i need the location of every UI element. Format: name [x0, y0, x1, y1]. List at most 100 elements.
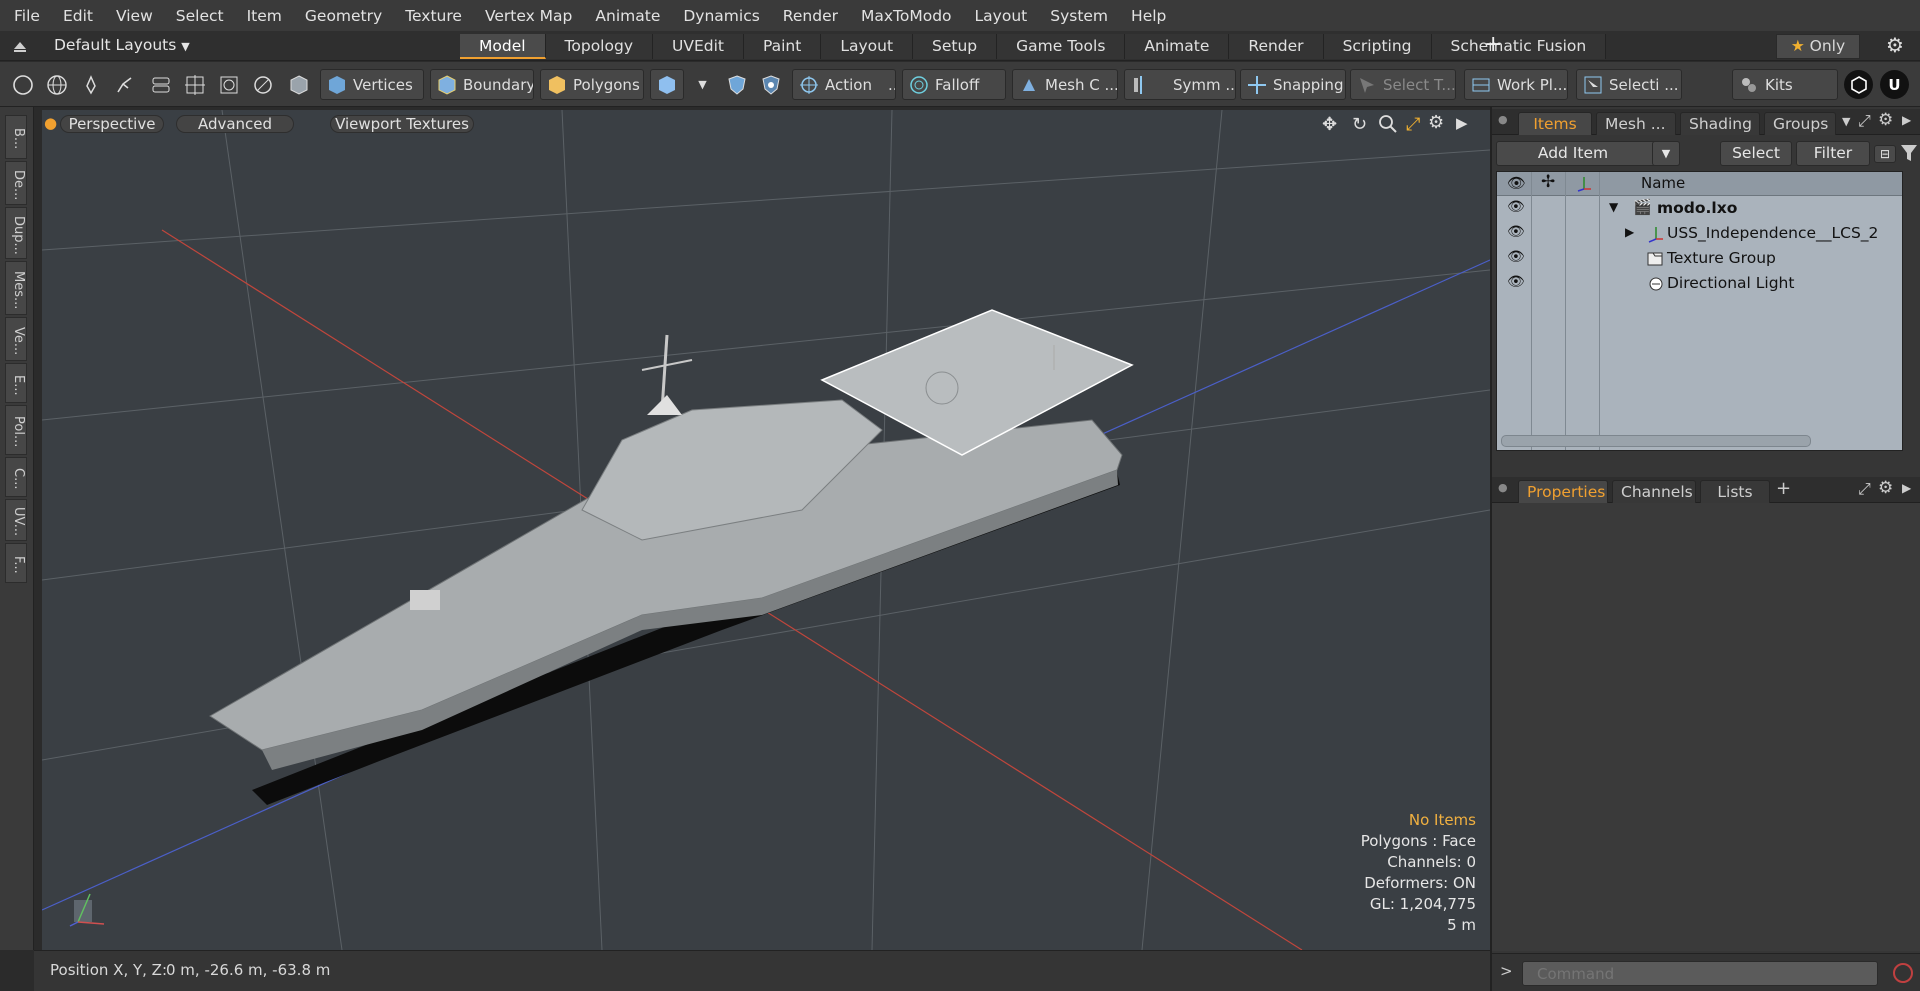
tab-vertex[interactable]: Ve... — [5, 317, 27, 361]
tab-render[interactable]: Render — [1229, 34, 1324, 59]
layout-menu[interactable]: Default Layouts ▼ — [54, 36, 190, 54]
tab-channels[interactable]: Channels — [1612, 480, 1696, 503]
kits-button[interactable]: Kits — [1732, 69, 1838, 100]
pan-icon[interactable]: ✥ — [1322, 114, 1337, 135]
menu-vertex-map[interactable]: Vertex Map — [485, 7, 572, 25]
select-through-button[interactable]: Select T... — [1350, 69, 1456, 100]
globe-icon[interactable] — [42, 70, 71, 99]
maximize-icon[interactable]: ⤢ — [1858, 479, 1871, 499]
list-item[interactable]: 👁 ▶ USS_Independence__LCS_2 — [1497, 222, 1902, 247]
menu-texture[interactable]: Texture — [405, 7, 462, 25]
zoom-icon[interactable] — [1378, 114, 1398, 134]
mesh-constraint-button[interactable]: Mesh C ... — [1012, 69, 1118, 100]
tab-mesh[interactable]: Mesh ... — [1596, 112, 1676, 135]
eye-icon[interactable]: 👁 — [1507, 274, 1525, 290]
tab-model[interactable]: Model — [460, 34, 546, 59]
lasso-icon[interactable] — [110, 70, 139, 99]
mesh-cube-icon[interactable] — [284, 70, 313, 99]
tab-edge[interactable]: E... — [5, 363, 27, 403]
locator-column-icon[interactable] — [1575, 174, 1593, 192]
circle-select-icon[interactable] — [8, 70, 37, 99]
expand-arrow-icon[interactable]: ▼ — [1609, 200, 1618, 214]
symmetry-button[interactable]: Symm ... — [1124, 69, 1236, 100]
visibility-column-eye-icon[interactable]: 👁 — [1507, 174, 1526, 192]
panel-dot-icon[interactable]: ● — [1498, 113, 1508, 126]
menu-help[interactable]: Help — [1131, 7, 1166, 25]
menu-system[interactable]: System — [1050, 7, 1108, 25]
menu-select[interactable]: Select — [176, 7, 224, 25]
tab-curve[interactable]: C... — [5, 457, 27, 497]
eye-icon[interactable]: 👁 — [1507, 224, 1525, 240]
action-button[interactable]: Action ... — [792, 69, 896, 100]
chevron-down-icon[interactable]: ▼ — [1842, 115, 1850, 128]
menu-item[interactable]: Item — [247, 7, 282, 25]
menu-edit[interactable]: Edit — [63, 7, 93, 25]
plus-icon[interactable]: + — [1484, 32, 1502, 57]
menu-view[interactable]: View — [116, 7, 153, 25]
unreal-icon[interactable]: U — [1880, 70, 1909, 99]
collapse-up-icon[interactable] — [12, 37, 28, 53]
3d-viewport[interactable]: ● Perspective Advanced Viewport Textures… — [42, 110, 1490, 950]
falloff-button[interactable]: Falloff — [902, 69, 1006, 100]
menu-geometry[interactable]: Geometry — [305, 7, 382, 25]
eye-icon[interactable]: 👁 — [1507, 249, 1525, 265]
scene-render[interactable] — [42, 110, 1490, 950]
frame-icon[interactable] — [214, 70, 243, 99]
panel-gear-icon[interactable]: ⚙ — [1878, 478, 1893, 498]
list-item[interactable]: 👁 Directional Light — [1497, 272, 1902, 297]
list-item[interactable]: 👁 Texture Group — [1497, 247, 1902, 272]
tab-basic[interactable]: B... — [5, 115, 27, 159]
lock-column-icon[interactable]: ✢ — [1541, 172, 1555, 192]
panel-dot-icon[interactable]: ● — [1498, 481, 1508, 494]
boundary-button[interactable]: Boundary — [430, 69, 534, 100]
shield-select-icon[interactable] — [722, 70, 751, 99]
command-stop-icon[interactable] — [1890, 960, 1916, 986]
plus-icon[interactable]: + — [1776, 478, 1791, 499]
selection-sets-button[interactable]: Selecti ... — [1576, 69, 1682, 100]
shield-deselect-icon[interactable] — [756, 70, 785, 99]
tab-items[interactable]: Items — [1518, 112, 1592, 135]
tab-scripting[interactable]: Scripting — [1323, 34, 1432, 59]
command-input[interactable] — [1522, 961, 1878, 986]
menu-dynamics[interactable]: Dynamics — [683, 7, 759, 25]
viewport-gear-icon[interactable]: ⚙ — [1428, 112, 1444, 133]
menu-file[interactable]: File — [14, 7, 40, 25]
pen-tool-icon[interactable] — [76, 70, 105, 99]
tab-layout[interactable]: Layout — [821, 34, 914, 59]
menu-layout[interactable]: Layout — [975, 7, 1028, 25]
panel-gear-icon[interactable]: ⚙ — [1878, 110, 1893, 130]
collapse-icon[interactable]: ⊟ — [1874, 145, 1896, 163]
gear-icon[interactable]: ⚙ — [1886, 33, 1904, 57]
tab-paint[interactable]: Paint — [743, 34, 822, 59]
rotate-tool-icon[interactable] — [248, 70, 277, 99]
polygons-button[interactable]: Polygons — [540, 69, 644, 100]
item-mode-button[interactable] — [650, 69, 684, 100]
play-arrow-icon[interactable]: ▶ — [1902, 481, 1911, 495]
menu-maxtomodo[interactable]: MaxToModo — [861, 7, 952, 25]
list-scrollbar[interactable] — [1501, 435, 1811, 447]
element-move-icon[interactable] — [146, 70, 175, 99]
advanced-button[interactable]: Advanced — [176, 115, 294, 133]
rotate-icon[interactable]: ↻ — [1352, 114, 1367, 135]
name-column-header[interactable]: Name — [1641, 174, 1685, 192]
grid-transform-icon[interactable] — [180, 70, 209, 99]
tab-uvedit[interactable]: UVEdit — [653, 34, 744, 59]
viewport-menu-dot[interactable]: ● — [44, 115, 57, 133]
perspective-button[interactable]: Perspective — [60, 115, 164, 133]
tab-fusion[interactable]: F... — [5, 543, 27, 583]
select-button[interactable]: Select — [1720, 141, 1792, 166]
tab-setup[interactable]: Setup — [913, 34, 998, 59]
play-arrow-icon[interactable]: ▶ — [1902, 113, 1911, 127]
tab-properties[interactable]: Properties — [1518, 480, 1608, 503]
work-plane-button[interactable]: Work Pl... — [1464, 69, 1568, 100]
tab-schematic-fusion[interactable]: Schematic Fusion — [1431, 34, 1607, 59]
tab-topology[interactable]: Topology — [545, 34, 653, 59]
tab-animate[interactable]: Animate — [1125, 34, 1230, 59]
tab-game-tools[interactable]: Game Tools — [997, 34, 1126, 59]
tab-lists[interactable]: Lists — [1700, 480, 1770, 503]
unity-icon[interactable] — [1844, 70, 1873, 99]
maximize-icon[interactable]: ⤢ — [1406, 114, 1420, 135]
add-item-dropdown[interactable]: ▼ — [1652, 141, 1680, 166]
list-item[interactable]: 👁 ▼ 🎬 modo.lxo — [1497, 197, 1902, 222]
tab-shading[interactable]: Shading — [1680, 112, 1760, 135]
